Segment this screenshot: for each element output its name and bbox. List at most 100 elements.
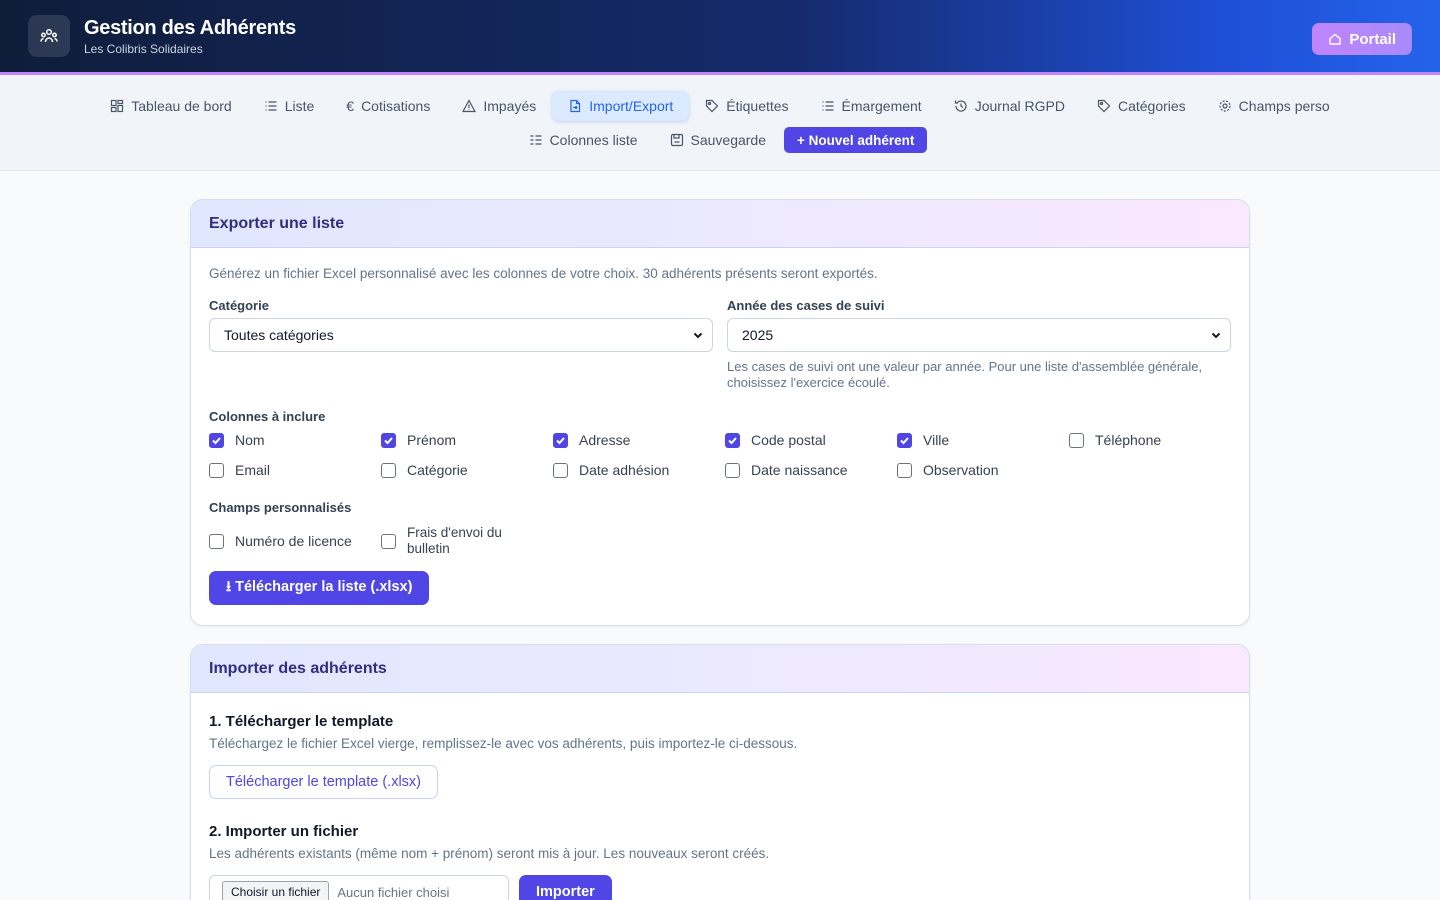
tab-import-export[interactable]: Import/Export	[552, 91, 690, 121]
category-label: Catégorie	[209, 298, 269, 313]
gear-icon	[1219, 100, 1231, 112]
custom-fields-checkboxes: Numéro de licence Frais d'envoi du bulle…	[209, 525, 1231, 557]
tab-journal-rgpd[interactable]: Journal RGPD	[938, 91, 1081, 121]
app-header: Gestion des Adhérents Les Colibris Solid…	[0, 0, 1440, 75]
warning-icon	[462, 99, 477, 113]
checkbox-checked-icon	[897, 432, 912, 448]
checkbox-empty-icon	[553, 462, 568, 478]
tab-label: Cotisations	[361, 98, 431, 114]
year-hint: Les cases de suivi ont une valeur par an…	[727, 359, 1203, 390]
column-checkbox-telephone[interactable]: Téléphone	[1069, 432, 1241, 448]
history-icon	[954, 100, 967, 112]
file-transfer-icon	[570, 99, 581, 113]
checkbox-label: Date naissance	[751, 462, 848, 478]
column-checkbox-observation[interactable]: Observation	[897, 462, 1069, 478]
main-nav: Tableau de bord Liste € Cotisations Impa…	[0, 75, 1440, 171]
export-title: Exporter une liste	[209, 214, 345, 232]
list-icon	[265, 101, 277, 111]
checkbox-label: Prénom	[407, 432, 457, 448]
tab-dashboard[interactable]: Tableau de bord	[94, 91, 247, 121]
main-content: Exporter une liste Générez un fichier Ex…	[0, 171, 1440, 900]
choose-file-button[interactable]: Choisir un fichier	[222, 881, 330, 900]
save-icon	[670, 133, 683, 147]
import-title: Importer des adhérents	[209, 659, 387, 677]
checkbox-label: Téléphone	[1095, 432, 1162, 448]
chevron-down-icon	[1211, 332, 1221, 339]
tab-categories[interactable]: Catégories	[1081, 91, 1202, 121]
checkbox-label: Email	[235, 462, 271, 478]
tab-label: Journal RGPD	[974, 98, 1065, 114]
column-checkbox-categorie[interactable]: Catégorie	[381, 462, 553, 478]
tab-champs-perso[interactable]: Champs perso	[1202, 91, 1346, 121]
tab-label: Tableau de bord	[131, 98, 232, 114]
export-description: Générez un fichier Excel personnalisé av…	[209, 266, 878, 281]
columns-icon	[530, 135, 542, 145]
category-select-value: Toutes catégories	[224, 327, 334, 343]
tab-label: Liste	[284, 98, 315, 114]
column-checkbox-email[interactable]: Email	[209, 462, 381, 478]
checkbox-empty-icon	[209, 462, 224, 478]
euro-icon: €	[346, 98, 355, 114]
chevron-down-icon	[693, 332, 703, 339]
column-checkbox-date-naissance[interactable]: Date naissance	[725, 462, 897, 478]
column-checkbox-prenom[interactable]: Prénom	[381, 432, 553, 448]
step1-title: 1. Télécharger le template	[209, 713, 394, 730]
file-placeholder: Aucun fichier choisi	[337, 884, 450, 900]
checkbox-label: Code postal	[751, 432, 826, 448]
tab-sauvegarde[interactable]: Sauvegarde	[654, 125, 783, 155]
tab-label: Import/Export	[589, 98, 674, 114]
custom-checkbox-licence[interactable]: Numéro de licence	[209, 525, 381, 557]
columns-checkboxes: Nom Prénom Adresse Code postal Ville Tél…	[209, 432, 1231, 478]
columns-label: Colonnes à inclure	[209, 409, 326, 424]
tab-emargement[interactable]: Émargement	[805, 91, 938, 121]
tab-etiquettes[interactable]: Étiquettes	[689, 91, 804, 121]
tab-cotisations[interactable]: € Cotisations	[330, 91, 446, 121]
tab-label: Sauvegarde	[690, 132, 767, 148]
file-input[interactable]: Choisir un fichier Aucun fichier choisi	[209, 875, 509, 900]
new-member-button[interactable]: + Nouvel adhérent	[784, 127, 928, 153]
column-checkbox-nom[interactable]: Nom	[209, 432, 381, 448]
home-icon	[1329, 33, 1342, 45]
tab-label: Étiquettes	[726, 98, 789, 114]
tab-label: Catégories	[1117, 98, 1186, 114]
year-select[interactable]: 2025	[727, 318, 1231, 352]
checkbox-label: Date adhésion	[579, 462, 670, 478]
year-select-value: 2025	[742, 327, 774, 343]
checkbox-empty-icon	[1069, 432, 1084, 448]
import-button[interactable]: Importer	[519, 875, 612, 900]
column-checkbox-code-postal[interactable]: Code postal	[725, 432, 897, 448]
checkbox-label: Numéro de licence	[235, 533, 352, 549]
column-checkbox-ville[interactable]: Ville	[897, 432, 1069, 448]
column-checkbox-date-adhesion[interactable]: Date adhésion	[553, 462, 725, 478]
app-title: Gestion des Adhérents	[84, 16, 296, 39]
tab-colonnes-liste[interactable]: Colonnes liste	[513, 125, 654, 155]
category-select[interactable]: Toutes catégories	[209, 318, 713, 352]
custom-checkbox-frais-envoi[interactable]: Frais d'envoi du bulletin	[381, 525, 553, 557]
tab-label: Impayés	[483, 98, 537, 114]
download-template-button[interactable]: Télécharger le template (.xlsx)	[209, 765, 439, 799]
list-icon	[822, 101, 834, 111]
tab-list[interactable]: Liste	[248, 91, 331, 121]
checkbox-empty-icon	[725, 462, 740, 478]
download-list-button[interactable]: ⭳ Télécharger la liste (.xlsx)	[209, 571, 430, 605]
checkbox-label: Catégorie	[407, 462, 468, 478]
column-checkbox-adresse[interactable]: Adresse	[553, 432, 725, 448]
export-card-header: Exporter une liste	[191, 200, 1249, 248]
tag-icon	[1097, 99, 1111, 113]
portal-button[interactable]: Portail	[1312, 23, 1412, 55]
checkbox-checked-icon	[725, 432, 740, 448]
checkbox-checked-icon	[381, 432, 396, 448]
tab-impayes[interactable]: Impayés	[446, 91, 552, 121]
portal-label: Portail	[1349, 30, 1396, 48]
checkbox-checked-icon	[553, 432, 568, 448]
checkbox-empty-icon	[381, 462, 396, 478]
step2-description: Les adhérents existants (même nom + prén…	[209, 846, 770, 861]
export-card: Exporter une liste Générez un fichier Ex…	[190, 199, 1250, 626]
tag-icon	[706, 99, 719, 113]
checkbox-checked-icon	[209, 432, 224, 448]
checkbox-label: Ville	[923, 432, 950, 448]
members-icon	[28, 15, 70, 57]
nav-row-secondary: Colonnes liste Sauvegarde + Nouvel adhér…	[0, 125, 1440, 155]
app-subtitle: Les Colibris Solidaires	[84, 41, 203, 56]
custom-fields-label: Champs personnalisés	[209, 500, 352, 515]
